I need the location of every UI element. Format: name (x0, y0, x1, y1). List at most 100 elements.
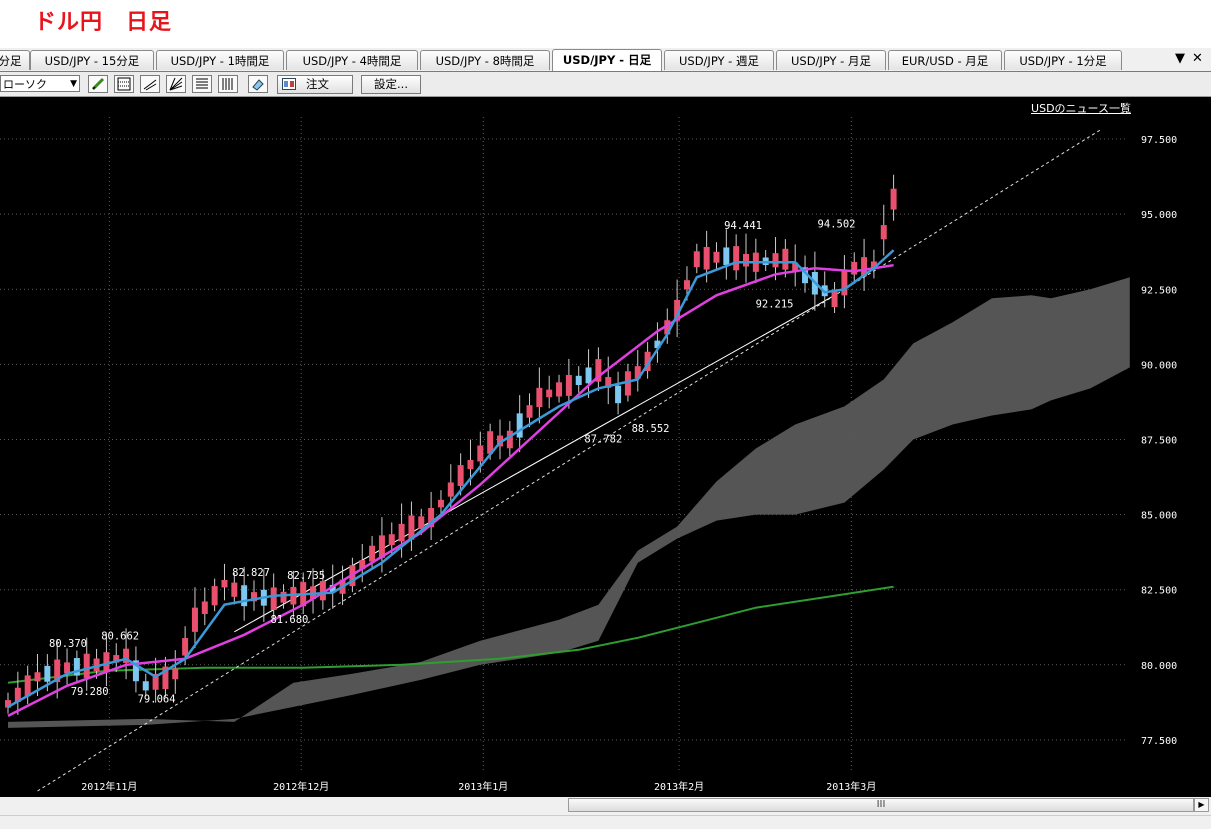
grid-icon (117, 77, 131, 91)
order-button-label: 注文 (306, 77, 329, 91)
candle-body (683, 280, 690, 290)
y-tick-label: 80.000 (1141, 661, 1177, 672)
x-tick-label: 2012年12月 (273, 780, 329, 793)
price-annotation: 88.552 (632, 423, 670, 435)
order-button[interactable]: 注文 (277, 75, 353, 94)
candle-body (565, 374, 572, 396)
candle-body (142, 681, 149, 691)
y-tick-label: 95.000 (1141, 210, 1177, 221)
price-annotation: 82.735 (287, 570, 325, 582)
price-annotation: 92.215 (756, 298, 794, 310)
y-tick-label: 85.000 (1141, 511, 1177, 522)
price-annotation: 79.064 (138, 693, 176, 705)
candle-body (437, 499, 444, 508)
horizontal-scrollbar[interactable]: III ▶ (0, 797, 1211, 815)
order-window-icon (282, 78, 296, 90)
pencil-icon (91, 77, 105, 91)
news-list-link[interactable]: USDのニュース一覧 (1031, 100, 1131, 116)
price-annotation: 87.782 (584, 433, 622, 445)
tab-0[interactable]: 分足 (0, 50, 30, 70)
status-bar (0, 815, 1211, 829)
trendline-icon (143, 79, 157, 91)
scroll-thumb[interactable]: III (568, 798, 1194, 812)
candle-body (585, 367, 592, 384)
candle-body (44, 665, 51, 682)
candle-body (556, 382, 563, 397)
chart-toolbar: ローソク ▼ 注文 設定... (0, 72, 1211, 97)
chart-type-value: ローソク (3, 78, 47, 91)
candle-body (575, 375, 582, 385)
candle-body (83, 653, 90, 678)
settings-button[interactable]: 設定... (361, 75, 421, 94)
chevron-down-icon: ▼ (70, 79, 77, 89)
tab-2[interactable]: USD/JPY - 1時間足 (156, 50, 284, 70)
candle-body (64, 662, 71, 674)
candle-body (841, 271, 848, 296)
candle-body (241, 585, 248, 607)
candle-body (24, 675, 31, 697)
candle-body (182, 638, 189, 656)
price-annotation: 94.502 (818, 219, 856, 231)
candle-body (191, 607, 198, 632)
candle-body (231, 582, 238, 597)
fan-lines-icon (169, 77, 183, 91)
candle-body (772, 253, 779, 268)
candle-body (418, 516, 425, 529)
tab-1[interactable]: USD/JPY - 15分足 (30, 50, 154, 70)
tab-6[interactable]: USD/JPY - 週足 (664, 50, 774, 70)
grid-tool-button[interactable] (114, 75, 134, 93)
price-annotation: 81.680 (270, 614, 308, 626)
tab-3[interactable]: USD/JPY - 4時間足 (286, 50, 418, 70)
candle-body (743, 253, 749, 267)
tab-5[interactable]: USD/JPY - 日足 (552, 49, 662, 71)
candle-body (447, 482, 454, 497)
fan-tool-button[interactable] (166, 75, 186, 93)
vertical-lines-tool-button[interactable] (218, 75, 238, 93)
price-chart[interactable]: 97.500 95.000 92.500 90.000 87.500 85.000 82.5… (0, 97, 1211, 797)
candle-body (270, 587, 277, 610)
y-tick-label: 77.500 (1141, 736, 1177, 747)
trendline-tool-button[interactable] (140, 75, 160, 93)
candle-body (201, 601, 208, 614)
tab-8[interactable]: EUR/USD - 月足 (888, 50, 1002, 70)
price-annotation: 80.662 (101, 630, 139, 642)
horizontal-lines-tool-button[interactable] (192, 75, 212, 93)
close-icon[interactable]: ✕ (1192, 51, 1203, 66)
candle-body (536, 387, 543, 408)
price-annotation: 94.441 (724, 220, 762, 232)
candle-body (733, 246, 740, 271)
tab-menu-icon[interactable]: ▼ (1175, 51, 1185, 66)
candle-body (388, 534, 395, 546)
x-tick-label: 2013年1月 (458, 780, 508, 793)
candle-body (851, 261, 858, 275)
candle-body (506, 430, 513, 449)
y-tick-label: 92.500 (1141, 285, 1177, 296)
candle-body (516, 413, 523, 438)
candle-body (103, 652, 110, 672)
tab-7[interactable]: USD/JPY - 月足 (776, 50, 886, 70)
scroll-right-icon[interactable]: ▶ (1194, 798, 1209, 812)
page-title: ドル円 日足 (34, 10, 173, 35)
candle-body (880, 225, 887, 240)
eraser-tool-button[interactable] (248, 75, 268, 93)
chart-area[interactable]: 97.500 95.000 92.500 90.000 87.500 85.000 82.5… (0, 97, 1211, 797)
candle-body (221, 579, 228, 588)
candle-body (713, 251, 720, 263)
y-tick-label: 90.000 (1141, 360, 1177, 371)
vertical-lines-icon (222, 78, 233, 90)
candle-body (890, 188, 897, 210)
horizontal-lines-icon (196, 78, 208, 89)
pencil-tool-button[interactable] (88, 75, 108, 93)
tab-4[interactable]: USD/JPY - 8時間足 (420, 50, 550, 70)
x-tick-label: 2013年3月 (826, 780, 876, 793)
candle-body (723, 247, 730, 265)
chart-type-select[interactable]: ローソク ▼ (0, 75, 80, 92)
eraser-icon (252, 79, 264, 91)
x-tick-label: 2012年11月 (81, 780, 137, 793)
price-annotation: 80.370 (49, 638, 87, 650)
y-tick-label: 82.500 (1141, 586, 1177, 597)
price-annotation: 82.827 (232, 567, 270, 579)
tab-9[interactable]: USD/JPY - 1分足 (1004, 50, 1122, 70)
candle-body (782, 248, 789, 270)
candle-body (477, 445, 484, 462)
